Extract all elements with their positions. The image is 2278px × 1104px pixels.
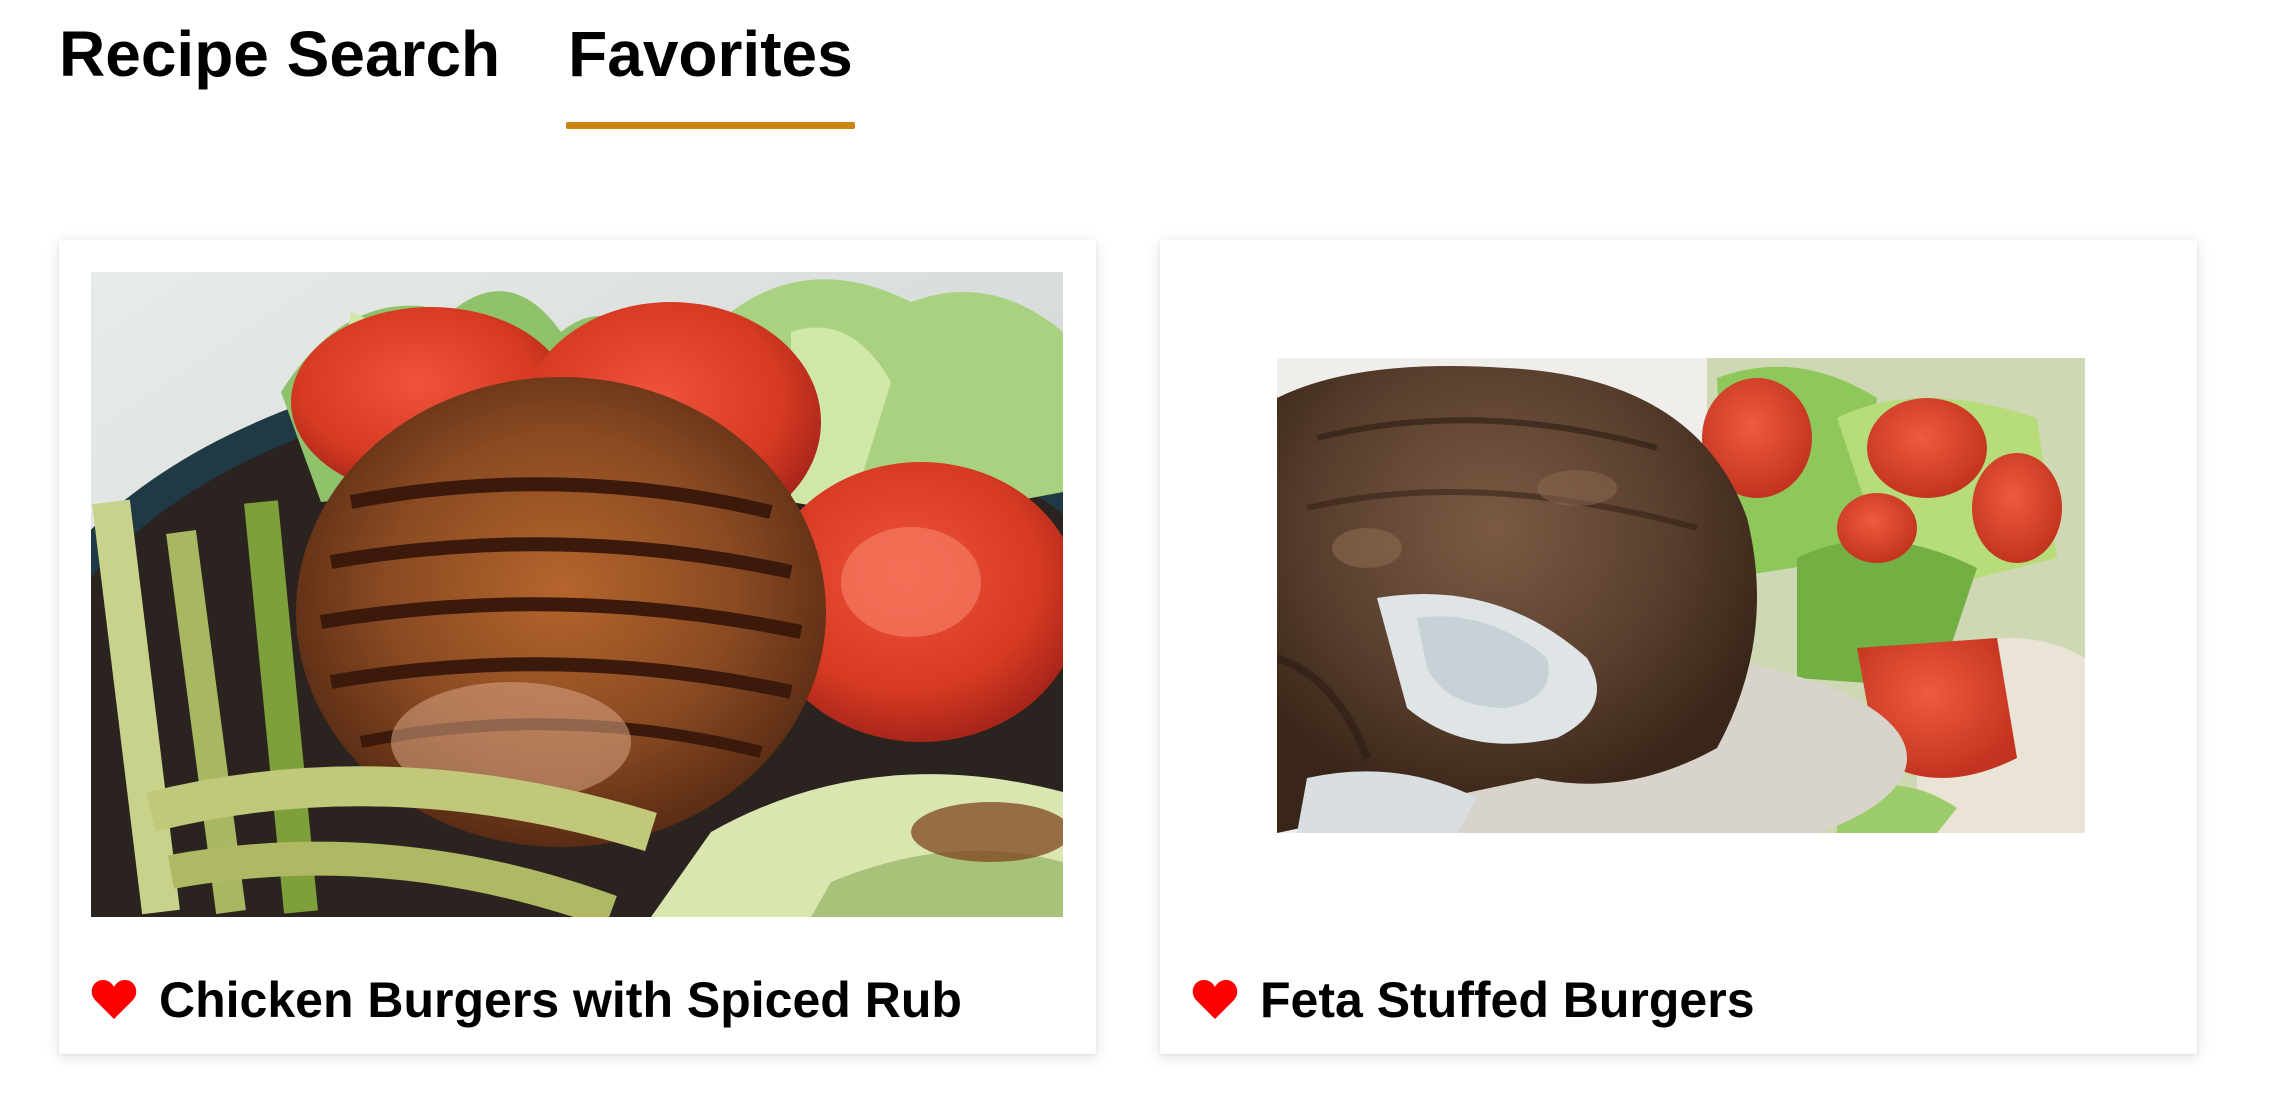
recipe-photo[interactable]: [1277, 358, 2085, 833]
recipe-title[interactable]: Feta Stuffed Burgers: [1260, 970, 1755, 1030]
recipe-card-footer: Chicken Burgers with Spiced Rub: [91, 970, 962, 1030]
recipe-title[interactable]: Chicken Burgers with Spiced Rub: [159, 970, 962, 1030]
active-tab-indicator: [566, 122, 855, 129]
feta-burger-image: [1277, 358, 2085, 833]
tab-favorites-label: Favorites: [568, 18, 853, 90]
recipe-card[interactable]: Feta Stuffed Burgers: [1160, 240, 2197, 1054]
tab-bar: Recipe Search Favorites: [59, 0, 921, 132]
recipe-card[interactable]: Chicken Burgers with Spiced Rub: [59, 240, 1096, 1054]
recipe-photo[interactable]: [91, 272, 1063, 917]
recipe-card-footer: Feta Stuffed Burgers: [1192, 970, 1755, 1030]
tab-recipe-search-label: Recipe Search: [59, 18, 501, 90]
tab-favorites[interactable]: Favorites: [566, 0, 855, 129]
heart-icon[interactable]: [1192, 979, 1238, 1021]
chicken-burger-image: [91, 272, 1063, 917]
tab-recipe-search[interactable]: Recipe Search: [59, 0, 500, 86]
heart-icon[interactable]: [91, 979, 137, 1021]
